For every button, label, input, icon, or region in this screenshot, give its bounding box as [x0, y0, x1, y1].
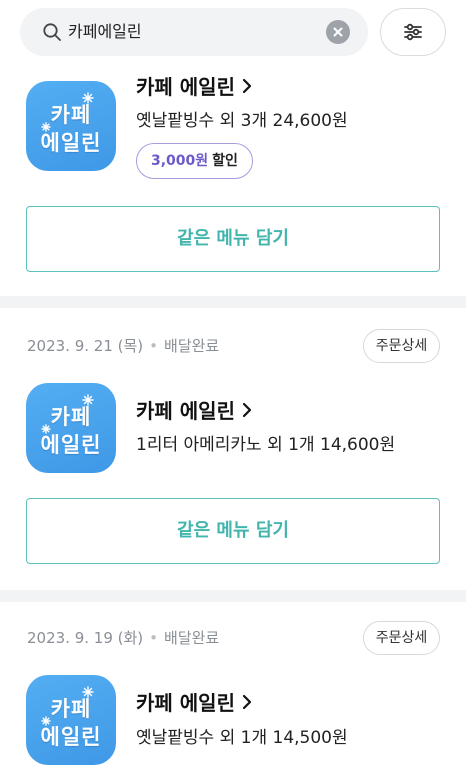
store-name-link[interactable]: 카페 에일린: [136, 690, 253, 716]
logo-text-line2: 에일린: [40, 131, 102, 155]
order-meta: 2023. 9. 19 (화) • 배달완료: [27, 628, 219, 648]
order-detail-button[interactable]: 주문상세: [363, 621, 440, 655]
section-divider: [0, 590, 466, 602]
order-status: 배달완료: [164, 629, 220, 647]
search-bar[interactable]: 카페에일린: [20, 8, 368, 56]
separator-dot: •: [149, 337, 159, 355]
store-name: 카페 에일린: [136, 399, 235, 423]
order-status: 배달완료: [164, 337, 220, 355]
chevron-right-icon: [241, 690, 253, 716]
clear-icon[interactable]: [326, 20, 350, 44]
section-divider: [0, 296, 466, 308]
order-card: 카페 에일린 카페 에일린 옛날팥빙수 외 3개 24,600원 3,000원 할…: [0, 66, 466, 296]
order-detail-button[interactable]: 주문상세: [363, 329, 440, 363]
order-summary: 옛날팥빙수 외 3개 24,600원: [136, 111, 348, 131]
logo-text-line2: 에일린: [40, 725, 102, 749]
logo-text-line2: 에일린: [40, 433, 102, 457]
logo-text-line1: 카페: [50, 697, 92, 721]
store-name-link[interactable]: 카페 에일린: [136, 398, 253, 424]
search-icon: [43, 23, 61, 41]
filter-button[interactable]: [380, 8, 446, 56]
store-logo[interactable]: 카페 에일린: [26, 383, 116, 473]
store-name: 카페 에일린: [136, 75, 235, 99]
order-card: 2023. 9. 21 (목) • 배달완료 주문상세 카페 에일린 카페 에일린 …: [0, 308, 466, 590]
order-summary: 옛날팥빙수 외 1개 14,500원: [136, 728, 348, 748]
store-logo[interactable]: 카페 에일린: [26, 675, 116, 765]
order-card: 2023. 9. 19 (화) • 배달완료 주문상세 카페 에일린 카페 에일린 …: [0, 602, 466, 777]
search-input[interactable]: 카페에일린: [68, 8, 142, 56]
store-name: 카페 에일린: [136, 691, 235, 715]
separator-dot: •: [149, 629, 159, 647]
order-date: 2023. 9. 19 (화): [27, 629, 144, 647]
chevron-right-icon: [241, 398, 253, 424]
store-name-link[interactable]: 카페 에일린: [136, 74, 253, 100]
logo-text-line1: 카페: [50, 103, 92, 127]
order-date: 2023. 9. 21 (목): [27, 337, 144, 355]
discount-label: 할인: [212, 153, 238, 169]
discount-badge: 3,000원 할인: [136, 143, 253, 179]
filter-icon: [404, 23, 422, 41]
store-logo[interactable]: 카페 에일린: [26, 81, 116, 171]
top-bar: 카페에일린: [0, 0, 466, 66]
chevron-right-icon: [241, 74, 253, 100]
logo-text-line1: 카페: [50, 405, 92, 429]
order-summary: 1리터 아메리카노 외 1개 14,600원: [136, 435, 396, 455]
order-meta: 2023. 9. 21 (목) • 배달완료: [27, 336, 219, 356]
reorder-button[interactable]: 같은 메뉴 담기: [26, 206, 440, 272]
reorder-button[interactable]: 같은 메뉴 담기: [26, 498, 440, 564]
discount-amount: 3,000원: [151, 153, 209, 169]
